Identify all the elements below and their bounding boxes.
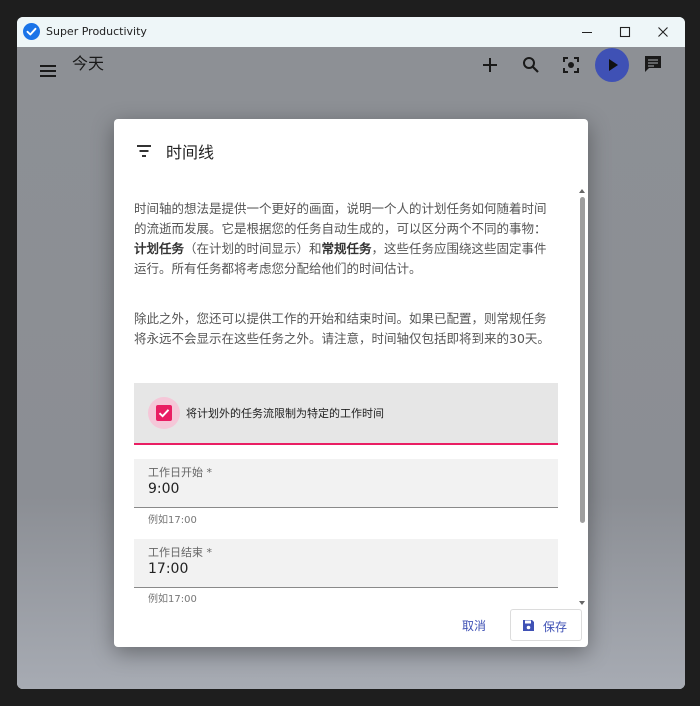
cancel-button[interactable]: 取消 [462,617,486,634]
scroll-down-arrow[interactable] [579,601,585,605]
save-icon [523,620,534,631]
menu-icon [40,65,56,77]
window-title: Super Productivity [46,25,147,38]
work-hours-checkbox[interactable] [156,405,172,421]
paragraph-text: （在计划的时间显示）和 [184,241,322,256]
description-paragraph-1: 时间轴的想法是提供一个更好的画面，说明一个人的计划任务如何随着时间的流逝而发展。… [134,199,558,279]
scroll-up-arrow[interactable] [579,189,585,193]
close-icon [658,27,668,37]
add-icon [483,58,497,72]
play-icon [609,59,618,71]
work-end-hint: 例如17:00 [148,594,197,605]
scroll-thumb[interactable] [580,197,585,523]
work-end-label: 工作日结束 * [148,546,212,559]
comment-icon [645,56,661,72]
work-start-value[interactable]: 9:00 [148,481,179,497]
search-icon [523,57,539,73]
work-start-label: 工作日开始 * [148,466,212,479]
check-circle-icon [23,23,40,40]
work-start-field[interactable]: 工作日开始 * 9:00 [134,459,558,508]
save-button[interactable]: 保存 [510,609,582,641]
maximize-icon [619,26,631,38]
bold-term-regular-tasks: 常规任务 [321,241,372,256]
notes-button[interactable] [638,49,668,79]
app-window: Super Productivity 今天 时间线 时间轴的想法是提供一个更好的… [17,17,685,689]
paragraph-text: 时间轴的想法是提供一个更好的画面，说明一个人的计划任务如何随着时间的流逝而发展。… [134,201,547,236]
dialog-title: 时间线 [166,143,215,162]
focus-mode-button[interactable] [556,50,586,80]
minimize-button[interactable] [576,22,598,42]
description-paragraph-2: 除此之外，您还可以提供工作的开始和结束时间。如果已配置，则常规任务将永远不会显示… [134,311,550,346]
title-bar: Super Productivity [17,17,685,47]
work-end-value[interactable]: 17:00 [148,561,188,577]
maximize-button[interactable] [614,22,636,42]
page-title: 今天 [72,54,105,73]
checkmark-icon [158,409,170,418]
dialog-scrollbar[interactable] [578,189,586,605]
work-end-field[interactable]: 工作日结束 * 17:00 [134,539,558,588]
add-task-button[interactable] [475,50,505,80]
filter-list-icon [134,141,154,161]
search-button[interactable] [516,50,546,80]
work-hours-checkbox-row[interactable]: 将计划外的任务流限制为特定的工作时间 [134,383,558,445]
focus-icon [563,57,579,73]
close-button[interactable] [652,22,674,42]
timeline-dialog: 时间线 时间轴的想法是提供一个更好的画面，说明一个人的计划任务如何随着时间的流逝… [114,119,588,647]
work-start-hint: 例如17:00 [148,515,197,526]
app-content: 今天 时间线 时间轴的想法是提供一个更好的画面，说明一个人的计划任务如何随着时间… [17,47,685,689]
play-button[interactable] [595,48,629,82]
save-label: 保存 [543,620,568,634]
minimize-icon [582,32,592,33]
menu-button[interactable] [33,56,63,86]
checkbox-label: 将计划外的任务流限制为特定的工作时间 [186,407,384,420]
bold-term-scheduled-tasks: 计划任务 [134,241,185,256]
